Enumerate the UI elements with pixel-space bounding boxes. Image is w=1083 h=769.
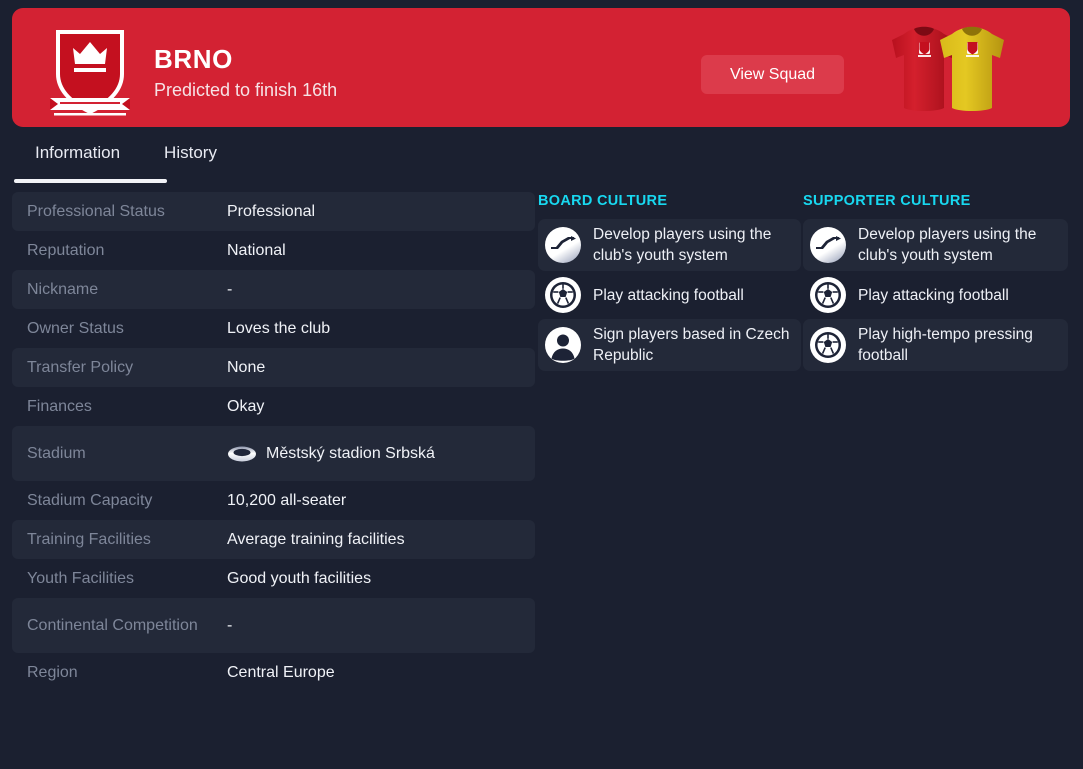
active-tab-indicator — [14, 179, 167, 183]
row-label: Reputation — [27, 242, 105, 259]
table-row[interactable]: Reputation National — [12, 231, 535, 270]
growth-arrow-icon — [544, 226, 582, 264]
row-label: Training Facilities — [27, 531, 151, 548]
team-kits-icon — [874, 24, 1009, 124]
table-row[interactable]: Youth Facilities Good youth facilities — [12, 559, 535, 598]
growth-arrow-icon — [809, 226, 847, 264]
list-item[interactable]: Play attacking football — [538, 271, 801, 319]
row-label: Stadium — [27, 445, 86, 462]
club-prediction: Predicted to finish 16th — [154, 80, 338, 100]
row-value: National — [227, 242, 286, 259]
row-value: Central Europe — [227, 664, 335, 681]
football-icon — [809, 276, 847, 314]
football-icon — [809, 326, 847, 364]
list-item[interactable]: Play high-tempo pressing football — [803, 319, 1068, 371]
row-label: Professional Status — [27, 203, 165, 220]
row-value: Městský stadion Srbská — [227, 443, 535, 464]
list-item-label: Develop players using the club's youth s… — [858, 226, 1037, 264]
row-value: - — [227, 281, 233, 298]
tab-information[interactable]: Information — [14, 140, 142, 166]
table-row[interactable]: Training Facilities Average training fac… — [12, 520, 535, 559]
club-header-banner: BRNO Predicted to finish 16th View Squad — [12, 8, 1070, 127]
row-value: 10,200 all-seater — [227, 492, 347, 509]
tab-history[interactable]: History — [142, 140, 239, 166]
list-item[interactable]: Play attacking football — [803, 271, 1068, 319]
board-culture-panel: BOARD CULTURE Develop players using the … — [538, 192, 801, 371]
club-title-block: BRNO Predicted to finish 16th — [154, 44, 337, 103]
football-icon — [544, 276, 582, 314]
list-item[interactable]: Develop players using the club's youth s… — [538, 219, 801, 271]
list-item-label: Develop players using the club's youth s… — [593, 226, 772, 264]
row-value: - — [227, 617, 233, 634]
row-value: None — [227, 359, 266, 376]
row-label: Region — [27, 664, 78, 681]
row-label: Nickname — [27, 281, 99, 298]
row-value: Good youth facilities — [227, 570, 372, 587]
club-information-table: Professional Status Professional Reputat… — [12, 192, 535, 692]
list-item-label: Play attacking football — [593, 286, 744, 304]
list-item-label: Play high-tempo pressing football — [858, 326, 1033, 364]
table-row[interactable]: Professional Status Professional — [12, 192, 535, 231]
list-item[interactable]: Develop players using the club's youth s… — [803, 219, 1068, 271]
club-name: BRNO — [154, 44, 233, 74]
row-label: Transfer Policy — [27, 359, 134, 376]
row-value: Okay — [227, 398, 265, 415]
table-row[interactable]: Finances Okay — [12, 387, 535, 426]
table-row[interactable]: Nickname - — [12, 270, 535, 309]
table-row[interactable]: Transfer Policy None — [12, 348, 535, 387]
table-row[interactable]: Stadium Capacity 10,200 all-seater — [12, 481, 535, 520]
supporter-culture-panel: SUPPORTER CULTURE Develop players using … — [803, 192, 1068, 371]
person-icon — [544, 326, 582, 364]
row-value: Average training facilities — [227, 531, 405, 548]
row-label: Finances — [27, 398, 92, 415]
tabbar: Information History — [14, 140, 239, 180]
club-overview-screen: BRNO Predicted to finish 16th View Squad — [0, 0, 1083, 769]
row-value: Professional — [227, 203, 316, 220]
table-row[interactable]: Continental Competition - — [12, 598, 535, 653]
list-item[interactable]: Sign players based in Czech Republic — [538, 319, 801, 371]
view-squad-button[interactable]: View Squad — [701, 55, 844, 94]
row-label: Owner Status — [27, 320, 124, 337]
table-row[interactable]: Owner Status Loves the club — [12, 309, 535, 348]
table-row[interactable]: Region Central Europe — [12, 653, 535, 692]
row-label: Stadium Capacity — [27, 492, 153, 509]
table-row[interactable]: Stadium Městský stadion Srbská — [12, 426, 535, 481]
list-item-label: Play attacking football — [858, 286, 1009, 304]
list-item-label: Sign players based in Czech Republic — [593, 326, 790, 364]
supporter-culture-heading: SUPPORTER CULTURE — [803, 193, 971, 209]
row-value: Loves the club — [227, 320, 331, 337]
row-label: Continental Competition — [27, 617, 198, 634]
stadium-icon — [227, 445, 257, 463]
board-culture-heading: BOARD CULTURE — [538, 193, 668, 209]
row-label: Youth Facilities — [27, 570, 135, 587]
shield-crown-crest-icon — [40, 26, 140, 118]
